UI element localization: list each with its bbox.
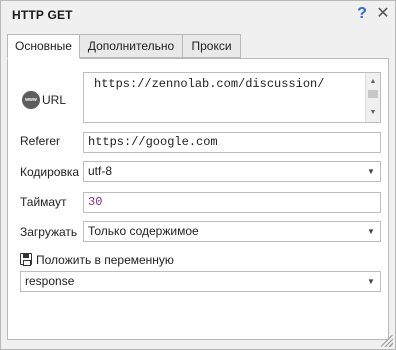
encoding-select[interactable]: utf-8 ▼ [83, 161, 381, 182]
referer-input[interactable]: https://google.com [83, 132, 381, 153]
url-textarea[interactable]: https://zennolab.com/discussion/ ▲ ▼ [83, 72, 381, 123]
scroll-down-arrow-icon[interactable]: ▼ [366, 106, 380, 120]
timeout-input[interactable]: 30 [83, 192, 381, 213]
close-icon[interactable]: ✕ [374, 4, 392, 24]
url-label: URL [42, 93, 67, 107]
scroll-up-arrow-icon[interactable]: ▲ [366, 75, 380, 89]
save-to-var-label: Положить в переменную [36, 253, 174, 267]
referer-label: Referer [20, 134, 61, 148]
help-icon[interactable]: ? [353, 4, 371, 24]
timeout-label: Таймаут [20, 195, 67, 209]
save-disk-icon [20, 253, 32, 266]
http-get-dialog: HTTP GET ? ✕ Основные Дополнительно Прок… [0, 0, 396, 350]
tab-panel-main: www URL https://zennolab.com/discussion/… [7, 58, 389, 340]
tab-advanced[interactable]: Дополнительно [79, 34, 183, 58]
chevron-down-icon[interactable]: ▼ [366, 222, 376, 241]
chevron-down-icon[interactable]: ▼ [366, 162, 376, 181]
scroll-thumb[interactable] [368, 90, 378, 98]
resize-grip-icon[interactable] [381, 335, 393, 347]
tab-proxy[interactable]: Прокси [182, 34, 241, 58]
load-value: Только содержимое [88, 224, 199, 238]
url-value: https://zennolab.com/discussion/ [94, 77, 325, 91]
variable-value: response [25, 274, 75, 288]
tab-main[interactable]: Основные [7, 34, 80, 59]
load-select[interactable]: Только содержимое ▼ [83, 221, 381, 242]
chevron-down-icon[interactable]: ▼ [366, 272, 376, 291]
load-label: Загружать [20, 225, 78, 239]
title-bar[interactable]: HTTP GET ? ✕ [1, 1, 395, 28]
url-scrollbar[interactable]: ▲ ▼ [365, 73, 380, 122]
encoding-value: utf-8 [88, 164, 113, 178]
variable-select[interactable]: response ▼ [20, 271, 381, 292]
encoding-label: Кодировка [20, 165, 80, 179]
dialog-title: HTTP GET [12, 8, 73, 22]
www-globe-icon: www [22, 91, 40, 109]
